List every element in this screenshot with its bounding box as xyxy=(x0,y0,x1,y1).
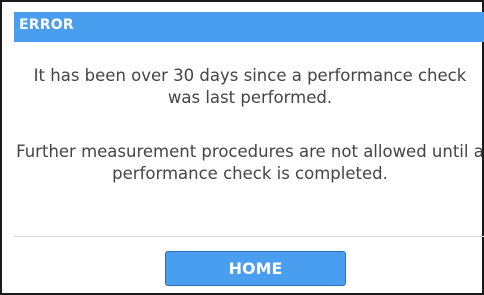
error-dialog: ERROR It has been over 30 days since a p… xyxy=(0,0,484,295)
dialog-title: ERROR xyxy=(19,17,74,33)
error-message-primary: It has been over 30 days since a perform… xyxy=(33,66,467,107)
error-message-secondary: Further measurement procedures are not a… xyxy=(16,142,484,183)
home-button[interactable]: HOME xyxy=(165,251,346,286)
divider xyxy=(14,236,484,237)
title-bar: ERROR xyxy=(14,12,484,42)
